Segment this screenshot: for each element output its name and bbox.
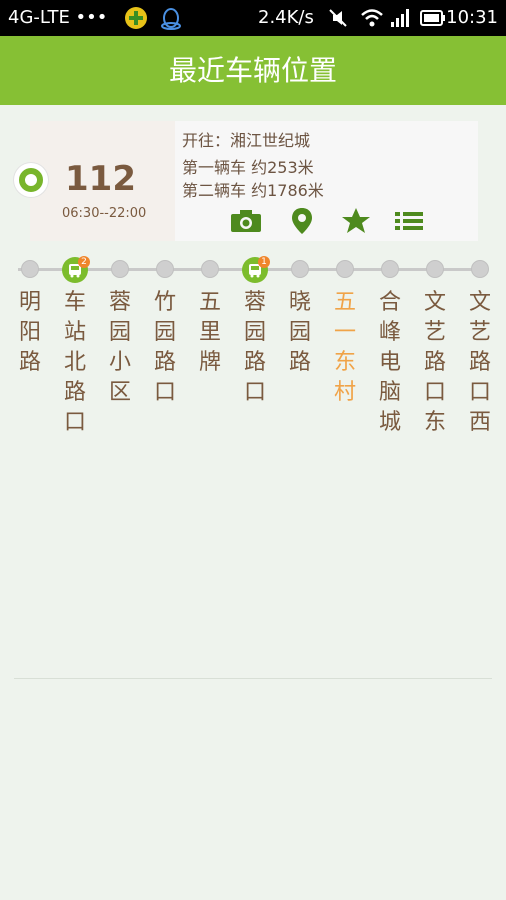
- camera-icon[interactable]: [230, 207, 262, 235]
- route-number: 112: [65, 159, 136, 199]
- location-pin-icon[interactable]: [286, 207, 318, 235]
- stop-dot[interactable]: [426, 260, 444, 278]
- divider: [14, 678, 492, 679]
- first-bus-distance: 第一辆车 约253米: [182, 158, 314, 177]
- signal-icon: [391, 9, 409, 27]
- clock: 10:31: [446, 7, 498, 28]
- bus-count-badge: 1: [258, 256, 270, 268]
- app-header: 最近车辆位置: [0, 36, 506, 105]
- status-bar: 4G-LTE ••• 2.4K/s 10:31: [0, 0, 506, 36]
- stop-dot[interactable]: [336, 260, 354, 278]
- stop-name[interactable]: 竹园路口: [150, 288, 180, 408]
- stop-name[interactable]: 车站北路口: [60, 288, 90, 438]
- stop-name[interactable]: 文艺路口西: [465, 288, 495, 438]
- stop-name[interactable]: 蓉园路口: [240, 288, 270, 408]
- mute-icon: [329, 9, 347, 27]
- bus-marker[interactable]: 1: [242, 256, 270, 283]
- bus-count-badge: 2: [78, 256, 90, 268]
- stop-name[interactable]: 明阳路: [15, 288, 45, 378]
- stop-list[interactable]: 明阳路 2 车站北路口 蓉园小区 竹园路口 五里牌 1 蓉园路口 晓园路 五一东村 合峰电脑城 文艺路…: [0, 256, 506, 446]
- battery-icon: [420, 10, 445, 26]
- stop-name[interactable]: 蓉园小区: [105, 288, 135, 408]
- stop-dot[interactable]: [471, 260, 489, 278]
- route-start-marker: [14, 163, 48, 197]
- wifi-icon: [361, 9, 383, 27]
- route-summary: 112 06:30--22:00: [30, 121, 175, 241]
- stop-dot[interactable]: [201, 260, 219, 278]
- second-bus-distance: 第二辆车 约1786米: [182, 181, 324, 200]
- stop-name[interactable]: 文艺路口东: [420, 288, 450, 438]
- current-stop-name[interactable]: 五一东村: [330, 288, 360, 408]
- stop-dot[interactable]: [21, 260, 39, 278]
- app-plus-icon: [125, 7, 147, 29]
- list-icon[interactable]: [393, 207, 425, 235]
- route-info: 开往：湘江世纪城 第一辆车 约253米 第二辆车 约1786米: [182, 129, 324, 202]
- network-speed: 2.4K/s: [258, 7, 314, 28]
- route-actions: [230, 207, 430, 235]
- route-card[interactable]: 112 06:30--22:00 开往：湘江世纪城 第一辆车 约253米 第二辆…: [30, 121, 478, 241]
- bus-marker[interactable]: 2: [62, 256, 90, 283]
- star-icon[interactable]: [340, 207, 372, 235]
- qq-penguin-icon: [161, 8, 181, 30]
- stop-dot[interactable]: [156, 260, 174, 278]
- page-title: 最近车辆位置: [168, 54, 337, 87]
- stop-dot[interactable]: [291, 260, 309, 278]
- stop-dot[interactable]: [111, 260, 129, 278]
- route-hours: 06:30--22:00: [62, 206, 147, 221]
- stop-dot[interactable]: [381, 260, 399, 278]
- stop-name[interactable]: 五里牌: [195, 288, 225, 378]
- stop-name[interactable]: 晓园路: [285, 288, 315, 378]
- stop-name[interactable]: 合峰电脑城: [375, 288, 405, 438]
- network-status: 4G-LTE •••: [8, 7, 108, 28]
- route-direction: 开往：湘江世纪城: [182, 131, 311, 150]
